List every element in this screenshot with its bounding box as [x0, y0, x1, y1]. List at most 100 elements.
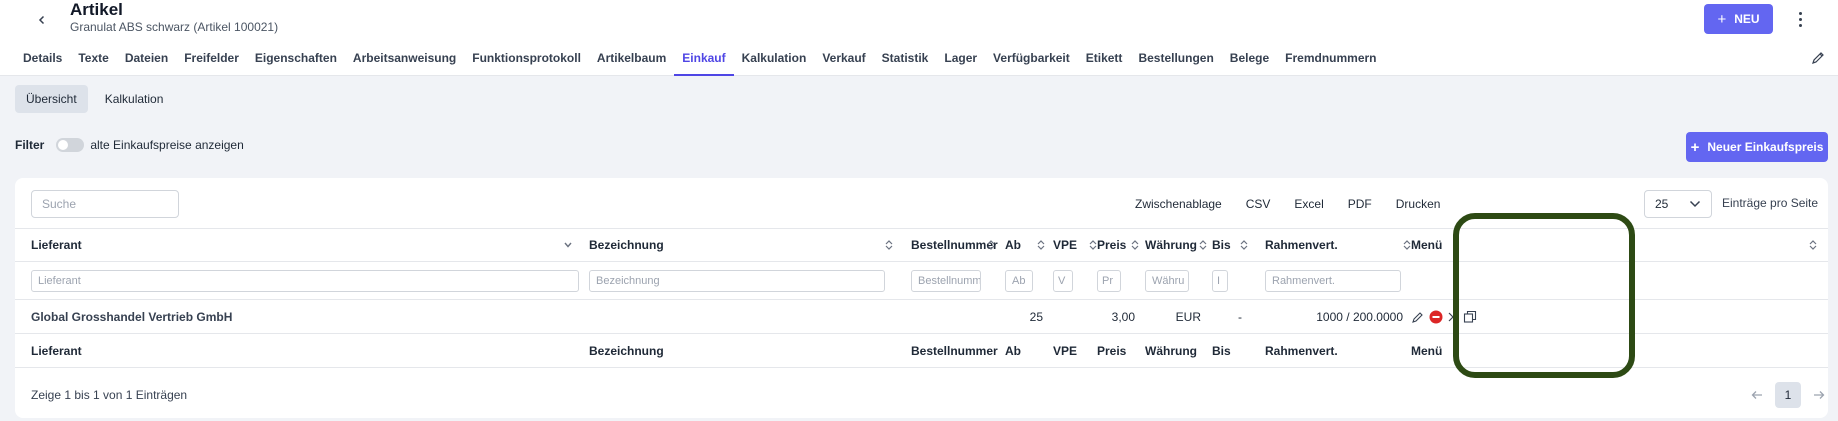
chevron-down-icon: [1689, 200, 1701, 208]
back-button[interactable]: [30, 8, 54, 32]
column-header-ab[interactable]: Ab: [1005, 229, 1045, 261]
tab-etikett[interactable]: Etikett: [1078, 44, 1131, 76]
more-menu-button[interactable]: [1792, 6, 1808, 32]
tab-bestellungen[interactable]: Bestellungen: [1130, 44, 1221, 76]
column-header-waehrung[interactable]: Währung: [1145, 229, 1207, 261]
copy-icon[interactable]: [1463, 310, 1477, 324]
export-excel-button[interactable]: Excel: [1282, 194, 1335, 214]
purchase-prices-card: Suche Zwischenablage CSV Excel PDF Druck…: [15, 178, 1828, 418]
tab-einkauf[interactable]: Einkauf: [674, 44, 734, 76]
table-info: Zeige 1 bis 1 von 1 Einträgen: [31, 388, 188, 402]
arrow-left-icon: [1751, 391, 1762, 399]
column-header-rahmenvert[interactable]: Rahmenvert.: [1265, 229, 1411, 261]
column-header-lieferant[interactable]: Lieferant: [31, 229, 579, 261]
export-print-button[interactable]: Drucken: [1384, 194, 1453, 214]
dot-icon: [1798, 11, 1802, 15]
footer-label-waehrung: Währung: [1145, 343, 1197, 358]
filter-input-bis[interactable]: I: [1212, 269, 1228, 292]
column-filter-row: Lieferant Bezeichnung Bestellnumme Ab V …: [15, 262, 1828, 300]
close-icon[interactable]: [1447, 311, 1459, 323]
footer-label-lieferant: Lieferant: [31, 343, 82, 358]
page-size-value: 25: [1655, 197, 1669, 211]
page-button-1[interactable]: 1: [1775, 382, 1801, 408]
sort-icon: [1089, 240, 1097, 250]
cell-menu: [1411, 300, 1491, 333]
new-button-label: NEU: [1734, 12, 1760, 26]
table-footer-row: Lieferant Bezeichnung Bestellnummer Ab V…: [15, 334, 1828, 368]
prev-page-button[interactable]: [1745, 382, 1769, 408]
chevron-down-icon: [564, 242, 572, 248]
tab-verkauf[interactable]: Verkauf: [814, 44, 873, 76]
pagination: 1: [1745, 382, 1831, 408]
tab-texte[interactable]: Texte: [70, 44, 116, 76]
sort-icon: [987, 240, 995, 250]
column-header-bezeichnung[interactable]: Bezeichnung: [589, 229, 899, 261]
column-header-bestellnummer[interactable]: Bestellnummer: [911, 229, 998, 261]
filter-input-vpe[interactable]: V: [1053, 269, 1073, 292]
column-header-menu[interactable]: Menü: [1411, 229, 1817, 261]
old-prices-toggle[interactable]: [56, 138, 85, 152]
column-header-label: Preis: [1097, 238, 1127, 252]
subtab-bar: Übersicht Kalkulation: [15, 85, 174, 113]
tab-funktionsprotokoll[interactable]: Funktionsprotokoll: [464, 44, 589, 76]
filter-input-rahmenvert[interactable]: Rahmenvert.: [1265, 269, 1401, 292]
filter-input-lieferant[interactable]: Lieferant: [31, 269, 579, 292]
tab-fremdnummern[interactable]: Fremdnummern: [1277, 44, 1384, 76]
pencil-icon[interactable]: [1810, 50, 1826, 66]
tab-artikelbaum[interactable]: Artikelbaum: [589, 44, 674, 76]
page-subtitle: Granulat ABS schwarz (Artikel 100021): [70, 20, 279, 34]
filter-input-bezeichnung[interactable]: Bezeichnung: [589, 269, 885, 292]
new-button[interactable]: + NEU: [1704, 4, 1773, 34]
cell-waehrung: EUR: [1175, 309, 1201, 324]
footer-label-bezeichnung: Bezeichnung: [589, 343, 664, 358]
cell-bis: -: [1238, 309, 1242, 324]
dot-icon: [1798, 23, 1802, 27]
column-header-label: Rahmenvert.: [1265, 238, 1338, 252]
sort-icon: [1240, 240, 1248, 250]
pencil-icon[interactable]: [1411, 310, 1425, 324]
cell-lieferant: Global Grosshandel Vertrieb GmbH: [31, 309, 233, 324]
column-header-vpe[interactable]: VPE: [1053, 229, 1097, 261]
footer-label-bestellnummer: Bestellnummer: [911, 343, 998, 358]
old-prices-toggle-label: alte Einkaufspreise anzeigen: [90, 138, 244, 152]
tab-kalkulation[interactable]: Kalkulation: [734, 44, 815, 76]
filter-input-bestellnummer[interactable]: Bestellnumme: [911, 269, 981, 292]
search-input[interactable]: Suche: [31, 190, 179, 218]
next-page-button[interactable]: [1807, 382, 1831, 408]
tab-arbeitsanweisung[interactable]: Arbeitsanweisung: [345, 44, 464, 76]
tab-belege[interactable]: Belege: [1222, 44, 1277, 76]
subtab-kalkulation[interactable]: Kalkulation: [94, 85, 175, 113]
tab-freifelder[interactable]: Freifelder: [176, 44, 247, 76]
subtab-uebersicht[interactable]: Übersicht: [15, 85, 88, 113]
new-purchase-price-button[interactable]: + Neuer Einkaufspreis: [1686, 132, 1828, 162]
column-header-bis[interactable]: Bis: [1212, 229, 1248, 261]
footer-label-rahmenvert: Rahmenvert.: [1265, 343, 1338, 358]
arrow-right-icon: [1814, 391, 1825, 399]
filter-input-ab[interactable]: Ab: [1005, 269, 1033, 292]
tab-eigenschaften[interactable]: Eigenschaften: [247, 44, 345, 76]
tab-lager[interactable]: Lager: [936, 44, 985, 76]
delete-icon[interactable]: [1429, 310, 1443, 324]
tab-details[interactable]: Details: [15, 44, 70, 76]
export-csv-button[interactable]: CSV: [1234, 194, 1283, 214]
page-size-select[interactable]: 25: [1644, 190, 1712, 218]
filter-input-waehrung[interactable]: Währu: [1145, 269, 1189, 292]
tab-dateien[interactable]: Dateien: [117, 44, 176, 76]
filter-row: Filter alte Einkaufspreise anzeigen: [15, 138, 244, 152]
column-header-preis[interactable]: Preis: [1097, 229, 1139, 261]
column-header-label: Ab: [1005, 238, 1021, 252]
export-clipboard-button[interactable]: Zwischenablage: [1123, 194, 1234, 214]
export-pdf-button[interactable]: PDF: [1336, 194, 1384, 214]
footer-label-preis: Preis: [1097, 343, 1127, 358]
table-row[interactable]: Global Grosshandel Vertrieb GmbH 25 3,00…: [15, 300, 1828, 334]
tab-bar: Details Texte Dateien Freifelder Eigensc…: [15, 44, 1385, 76]
tab-verfuegbarkeit[interactable]: Verfügbarkeit: [985, 44, 1078, 76]
column-header-label: Lieferant: [31, 238, 82, 252]
column-header-label: VPE: [1053, 238, 1078, 252]
cell-ab: 25: [1029, 309, 1043, 324]
export-buttons: Zwischenablage CSV Excel PDF Drucken: [1123, 194, 1452, 214]
tab-statistik[interactable]: Statistik: [874, 44, 937, 76]
filter-input-preis[interactable]: Pr: [1097, 269, 1121, 292]
cell-rahmenvert: 1000 / 200.0000: [1316, 309, 1403, 324]
plus-icon: +: [1690, 138, 1700, 156]
